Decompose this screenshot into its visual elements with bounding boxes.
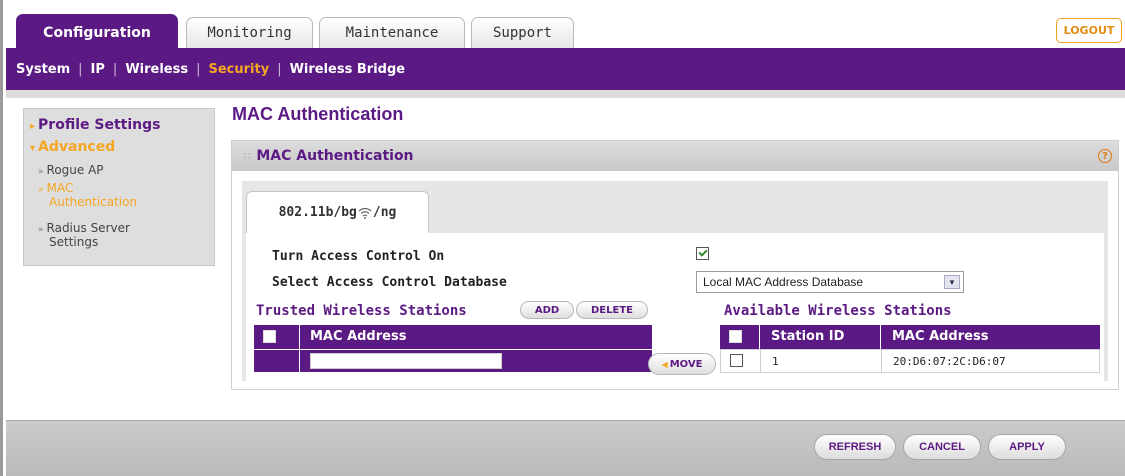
secondary-nav: System | IP | Wireless | Security | Wire…: [6, 48, 1125, 90]
subnav-item-wireless-bridge[interactable]: Wireless Bridge: [290, 62, 406, 77]
table-row[interactable]: 1 20:D6:07:2C:D6:07: [720, 349, 1100, 373]
form-area: Turn Access Control On Select Access Con…: [246, 233, 1104, 381]
station-row-checkbox[interactable]: [730, 354, 743, 367]
sidebar-item-profile-settings[interactable]: ▸ Profile Settings: [30, 117, 160, 133]
sidebar-item-label: Profile Settings: [38, 117, 161, 133]
mac-address-column-header: MAC Address: [892, 329, 989, 344]
apply-button[interactable]: APPLY: [988, 434, 1066, 460]
sidebar: ▸ Profile Settings ▾ Advanced » Rogue AP » M…: [23, 108, 215, 266]
help-icon[interactable]: ?: [1098, 149, 1112, 163]
mac-address-cell: 20:D6:07:2C:D6:07: [893, 355, 1006, 368]
chevron-down-icon: ▾: [30, 143, 36, 154]
panel-body: 802.11b/bg /ng Turn Access Control On Se…: [242, 181, 1108, 381]
double-chevron-icon: »: [38, 185, 44, 195]
access-control-label: Turn Access Control On: [272, 249, 445, 264]
tab-configuration[interactable]: Configuration: [16, 14, 178, 50]
subnav-item-wireless[interactable]: Wireless: [125, 62, 188, 77]
sidebar-item-advanced[interactable]: ▾ Advanced: [30, 139, 115, 155]
sidebar-item-label: Settings: [49, 235, 99, 249]
nav-divider: [6, 90, 1125, 98]
subnav-separator: |: [277, 61, 282, 77]
double-chevron-icon: »: [38, 225, 44, 235]
chevron-down-icon: ▼: [944, 275, 960, 289]
band-tab-label: 802.11b/bg: [278, 205, 357, 220]
subnav-separator: |: [78, 61, 83, 77]
subnav-item-system[interactable]: System: [16, 62, 70, 77]
sidebar-item-label: Radius Server: [46, 221, 130, 235]
tab-support[interactable]: Support: [471, 17, 574, 48]
tab-monitoring[interactable]: Monitoring: [186, 17, 313, 48]
subnav-item-ip[interactable]: IP: [91, 62, 105, 77]
sidebar-item-label: Advanced: [38, 139, 116, 155]
station-id-cell: 1: [772, 355, 779, 368]
available-stations-title: Available Wireless Stations: [724, 303, 952, 319]
footer-bar: REFRESH CANCEL APPLY: [6, 420, 1125, 476]
band-tab-label: /ng: [372, 205, 397, 220]
trusted-table-row: [254, 350, 652, 372]
logout-button[interactable]: LOGOUT: [1056, 18, 1122, 43]
sidebar-item-label: Authentication: [49, 195, 138, 209]
database-label: Select Access Control Database: [272, 275, 507, 290]
sidebar-item-mac-authentication[interactable]: » MAC Authentication: [38, 181, 137, 209]
panel-header: ∷ MAC Authentication ?: [232, 141, 1118, 171]
panel-title: MAC Authentication: [256, 148, 414, 164]
add-button[interactable]: ADD: [520, 301, 574, 319]
station-id-column-header: Station ID: [771, 329, 845, 344]
cancel-button[interactable]: CANCEL: [903, 434, 981, 460]
subnav-separator: |: [196, 61, 201, 77]
wifi-icon: [358, 207, 372, 219]
arrow-left-icon: ◀: [661, 359, 668, 369]
select-all-trusted-checkbox[interactable]: [263, 330, 276, 343]
database-select-value: Local MAC Address Database: [703, 275, 864, 289]
top-tab-bar: Configuration Monitoring Maintenance Sup…: [6, 0, 1125, 50]
sidebar-item-label: Rogue AP: [46, 163, 104, 177]
delete-button[interactable]: DELETE: [576, 301, 648, 319]
subnav-separator: |: [112, 61, 118, 77]
subnav-item-security[interactable]: Security: [208, 62, 269, 77]
page-title: MAC Authentication: [232, 104, 404, 124]
sidebar-item-rogue-ap[interactable]: » Rogue AP: [38, 163, 104, 177]
double-chevron-icon: »: [38, 167, 44, 177]
sidebar-item-label: MAC: [46, 181, 74, 195]
access-control-checkbox[interactable]: [696, 247, 709, 260]
move-button-label: MOVE: [669, 358, 703, 370]
chevron-right-icon: ▸: [30, 121, 36, 132]
sidebar-item-radius-server-settings[interactable]: » Radius Server Settings: [38, 221, 130, 249]
trusted-mac-input[interactable]: [310, 353, 502, 369]
grip-icon: ∷: [244, 150, 251, 162]
available-table-header: Station ID MAC Address: [720, 325, 1100, 349]
select-all-available-checkbox[interactable]: [729, 330, 742, 343]
database-select[interactable]: Local MAC Address Database ▼: [696, 271, 964, 293]
refresh-button[interactable]: REFRESH: [814, 434, 896, 460]
mac-address-column-header: MAC Address: [310, 329, 407, 344]
tab-maintenance[interactable]: Maintenance: [319, 17, 465, 48]
router-admin-window: Configuration Monitoring Maintenance Sup…: [0, 0, 1125, 476]
move-button[interactable]: ◀ MOVE: [648, 353, 716, 375]
trusted-stations-title: Trusted Wireless Stations: [256, 303, 467, 319]
trusted-table-header: MAC Address: [254, 325, 652, 349]
tab-802-11-bg-ng[interactable]: 802.11b/bg /ng: [246, 191, 429, 233]
mac-authentication-panel: ∷ MAC Authentication ? 802.11b/bg /ng Tu…: [231, 140, 1119, 390]
